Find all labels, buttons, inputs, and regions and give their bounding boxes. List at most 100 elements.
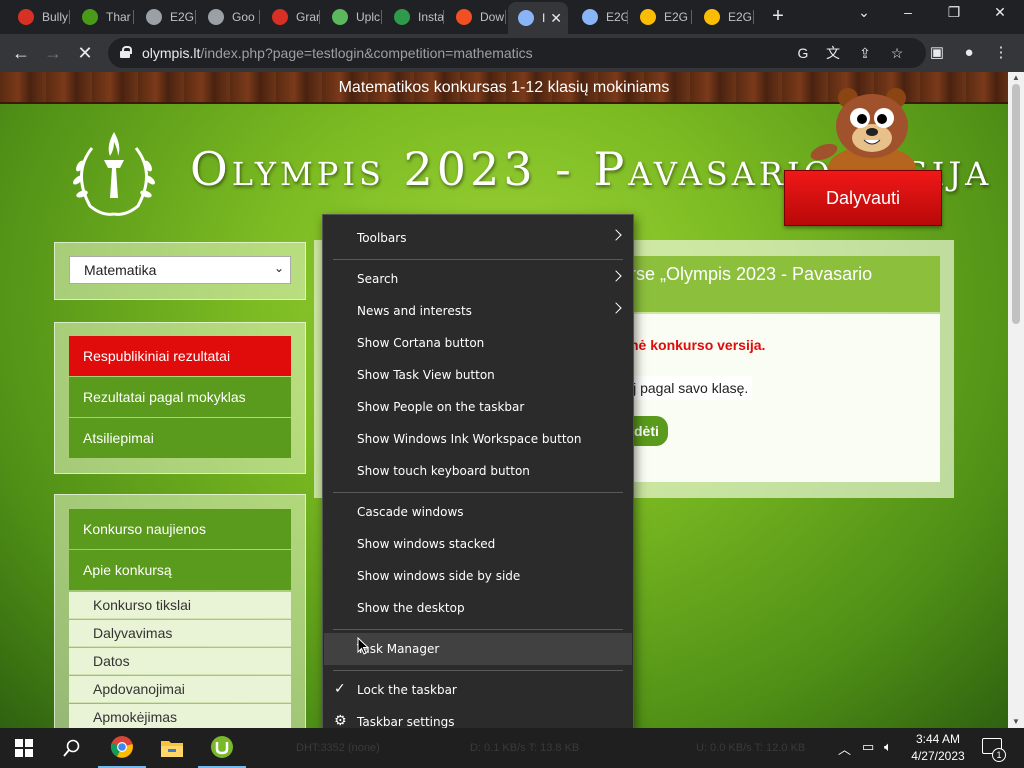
scroll-down-icon[interactable]: ▼: [1008, 716, 1024, 728]
tab-favicon-icon: [394, 9, 410, 25]
tab-favicon-icon: [704, 9, 720, 25]
start-button[interactable]: [0, 728, 48, 768]
translate-icon[interactable]: 文: [824, 44, 842, 62]
stop-loading-button[interactable]: ✕: [74, 42, 96, 64]
side-panel-icon[interactable]: ▣: [928, 44, 946, 62]
taskbar-utorrent[interactable]: [198, 728, 246, 768]
browser-tab[interactable]: Dow: [446, 4, 506, 30]
context-menu-item[interactable]: Task Manager: [324, 633, 632, 665]
volume-icon[interactable]: 🔈︎: [884, 739, 892, 755]
menu-item[interactable]: Respublikiniai rezultatai: [69, 336, 291, 376]
subject-select[interactable]: Matematika ⌄: [69, 256, 291, 284]
taskbar-file-explorer[interactable]: [148, 728, 196, 768]
context-menu-item[interactable]: Toolbars: [324, 222, 632, 254]
browser-tab[interactable]: E2G: [630, 4, 692, 30]
submenu-item[interactable]: Datos: [69, 648, 291, 675]
url-path: /index.php?page=testlogin&competition=ma…: [200, 45, 533, 61]
context-menu-item[interactable]: Show People on the taskbar: [324, 391, 632, 423]
context-menu-item[interactable]: News and interests: [324, 295, 632, 327]
context-menu-item[interactable]: Show Windows Ink Workspace button: [324, 423, 632, 455]
tab-label: Insta: [418, 10, 444, 24]
tab-divider: [195, 10, 196, 24]
context-menu-item-label: News and interests: [357, 304, 472, 318]
browser-tab[interactable]: E2G: [136, 4, 196, 30]
bookmark-star-icon[interactable]: ☆: [888, 44, 906, 62]
tab-search-icon[interactable]: ⌄: [844, 4, 884, 21]
network-icon[interactable]: ▭: [862, 739, 874, 755]
tab-favicon-icon: [456, 9, 472, 25]
menu-kebab-icon[interactable]: ⋮: [992, 44, 1010, 62]
context-menu-separator: [333, 492, 623, 493]
menu-item[interactable]: Rezultatai pagal mokyklas: [69, 377, 291, 417]
minimize-button[interactable]: –: [888, 4, 928, 20]
taskbar-clock[interactable]: 3:44 AM 4/27/2023: [902, 731, 974, 765]
tab-favicon-icon: [272, 9, 288, 25]
context-menu-item-label: Taskbar settings: [357, 715, 455, 729]
browser-tab[interactable]: E2G: [572, 4, 628, 30]
page-scrollbar[interactable]: ▲ ▼: [1008, 72, 1024, 728]
forward-button[interactable]: →: [42, 42, 64, 64]
close-tab-icon[interactable]: ✕: [550, 10, 562, 27]
torrent-upload-status: U: 0.0 KB/s T: 12.0 KB: [696, 742, 806, 754]
share-icon[interactable]: ⇪: [856, 44, 874, 62]
url-text[interactable]: olympis.lt/index.php?page=testlogin&comp…: [142, 45, 533, 61]
context-menu-item[interactable]: Show the desktop: [324, 592, 632, 624]
taskbar-chrome[interactable]: [98, 728, 146, 768]
context-menu-item[interactable]: Show windows side by side: [324, 560, 632, 592]
context-menu-item[interactable]: Cascade windows: [324, 496, 632, 528]
tab-divider: [443, 10, 444, 24]
browser-tab[interactable]: Bully: [8, 4, 70, 30]
new-tab-button[interactable]: +: [768, 6, 788, 26]
context-menu-item[interactable]: Search: [324, 263, 632, 295]
context-menu-item[interactable]: Show windows stacked: [324, 528, 632, 560]
tab-favicon-icon: [146, 9, 162, 25]
browser-tab[interactable]: Thar: [72, 4, 134, 30]
tab-divider: [133, 10, 134, 24]
chevron-right-icon: [610, 270, 622, 282]
back-button[interactable]: ←: [10, 42, 32, 64]
submenu-item[interactable]: Apdovanojimai: [69, 676, 291, 703]
participate-button[interactable]: Dalyvauti: [784, 170, 942, 226]
search-icon: [63, 739, 80, 757]
context-menu-item-label: Task Manager: [357, 642, 440, 656]
tab-favicon-icon: [332, 9, 348, 25]
submenu-item[interactable]: Dalyvavimas: [69, 620, 291, 647]
close-window-button[interactable]: ✕: [980, 4, 1020, 21]
submenu-item[interactable]: Konkurso tikslai: [69, 592, 291, 619]
menu-item[interactable]: Konkurso naujienos: [69, 509, 291, 549]
chevron-up-icon[interactable]: ︿: [838, 739, 851, 758]
browser-tab[interactable]: I ✕: [508, 2, 568, 34]
notification-count-badge: 1: [992, 748, 1006, 762]
context-menu-item-label: Show Windows Ink Workspace button: [357, 432, 582, 446]
browser-tab[interactable]: Uplc: [322, 4, 382, 30]
context-menu-item-label: Show Cortana button: [357, 336, 485, 350]
browser-tab[interactable]: Goo: [198, 4, 260, 30]
submenu-item[interactable]: Apmokėjimas: [69, 704, 291, 728]
browser-tab[interactable]: Insta: [384, 4, 444, 30]
scroll-up-icon[interactable]: ▲: [1008, 72, 1024, 84]
bear-mascot: [810, 88, 916, 172]
browser-tab[interactable]: E2G: [694, 4, 754, 30]
browser-tab[interactable]: Grar: [262, 4, 320, 30]
scroll-thumb[interactable]: [1012, 84, 1020, 324]
tab-favicon-icon: [518, 10, 534, 26]
tab-favicon-icon: [582, 9, 598, 25]
menu-item[interactable]: Atsiliepimai: [69, 418, 291, 458]
windows-taskbar: DHT:3352 (none) D: 0.1 KB/s T: 13.8 KB U…: [0, 728, 1024, 768]
search-button[interactable]: [48, 728, 96, 768]
profile-icon[interactable]: ●: [960, 44, 978, 62]
clock-date: 4/27/2023: [911, 749, 965, 763]
tab-label: Uplc: [356, 10, 381, 24]
restore-button[interactable]: ❐: [934, 4, 974, 21]
menu-item[interactable]: Apie konkursą: [69, 550, 291, 590]
tab-divider: [691, 10, 692, 24]
context-menu-item-label: Show Task View button: [357, 368, 495, 382]
google-lens-icon[interactable]: G: [794, 44, 812, 62]
context-menu-item[interactable]: Show Task View button: [324, 359, 632, 391]
context-menu-item[interactable]: Lock the taskbar ✓: [324, 674, 632, 706]
lock-icon[interactable]: [120, 46, 132, 58]
address-bar[interactable]: olympis.lt/index.php?page=testlogin&comp…: [108, 38, 926, 68]
context-menu-item[interactable]: Show touch keyboard button: [324, 455, 632, 487]
tab-label: E2G: [728, 10, 753, 24]
context-menu-item[interactable]: Show Cortana button: [324, 327, 632, 359]
